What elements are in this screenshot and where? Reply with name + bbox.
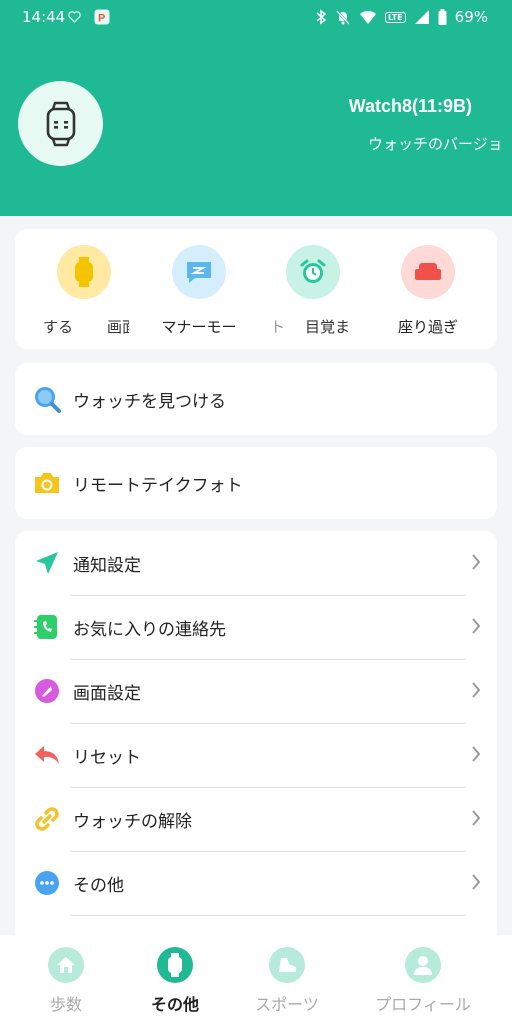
camera-icon <box>35 473 59 493</box>
alarm-clock-icon <box>300 259 326 283</box>
p-app-icon: P <box>94 9 110 25</box>
nav-label: プロフィール <box>375 995 471 1014</box>
screen-dial-icon <box>35 679 59 703</box>
remote-photo-row[interactable]: リモートテイクフォト <box>15 447 497 519</box>
remote-photo-label: リモートテイクフォト <box>73 475 243 496</box>
person-icon <box>414 956 432 975</box>
find-watch-row[interactable]: ウォッチを見つける <box>15 363 497 435</box>
favorite-contacts-row[interactable]: お気に入りの連絡先 <box>15 595 497 659</box>
notification-settings-row[interactable]: 通知設定 <box>15 531 497 595</box>
send-icon <box>36 552 58 574</box>
nav-tab-profile[interactable]: プロフィール <box>359 947 487 1015</box>
row-label: お気に入りの連絡先 <box>73 619 226 640</box>
quick-action-label: マナーモー <box>161 318 237 336</box>
chevron-right-icon <box>472 746 481 762</box>
settings-list-card: 通知設定 お気に入りの連絡先 画面設定 リセット ウォッチの解除 その他 <box>15 531 497 951</box>
quick-action-fragment-label: 目覚ま <box>305 318 351 336</box>
row-label: 通知設定 <box>73 555 141 576</box>
home-icon <box>57 957 75 973</box>
message-off-icon <box>187 262 211 283</box>
quick-action-fragment-label: ト <box>270 318 286 336</box>
quick-action-fragment-label: する <box>43 318 74 336</box>
screen-settings-row[interactable]: 画面設定 <box>15 659 497 723</box>
watch-nav-icon <box>168 953 182 977</box>
svg-text:P: P <box>98 13 110 25</box>
smartwatch-icon <box>46 101 75 146</box>
device-name: Watch8(11:9B) <box>348 96 472 116</box>
signal-icon <box>414 10 429 24</box>
unlink-icon <box>35 807 59 831</box>
chevron-right-icon <box>472 810 481 826</box>
quick-actions-card: する 画面 ト 目覚ま マナーモー 座り過ぎ <box>15 229 497 349</box>
watch-version: ウォッチのバージョ <box>368 135 503 153</box>
mute-bell-icon <box>336 10 350 25</box>
reset-row[interactable]: リセット <box>15 723 497 787</box>
battery-icon <box>438 9 447 25</box>
nav-label: スポーツ <box>255 995 319 1014</box>
others-row[interactable]: その他 <box>15 851 497 915</box>
volte-icon: LTE <box>384 11 406 23</box>
watch-icon <box>75 257 93 287</box>
divider <box>71 915 465 916</box>
phone-contact-icon <box>34 615 57 639</box>
chevron-right-icon <box>472 682 481 698</box>
more-icon <box>35 871 59 895</box>
row-label: その他 <box>73 875 124 896</box>
chevron-right-icon <box>472 554 481 570</box>
heart-icon <box>68 11 81 23</box>
quick-action-fragment-label: 画面 <box>107 318 129 336</box>
bottom-nav: 歩数 その他 スポーツ プロフィール <box>0 935 512 1024</box>
reset-arrow-icon <box>35 746 59 764</box>
wifi-icon <box>359 10 376 24</box>
watch-avatar[interactable] <box>18 81 103 166</box>
row-label: 画面設定 <box>73 683 141 704</box>
battery-percent: 69% <box>454 8 488 26</box>
status-bar: 14:44 P LTE 69% <box>0 0 512 36</box>
bluetooth-icon <box>316 9 327 25</box>
shoe-icon <box>279 958 296 972</box>
find-watch-label: ウォッチを見つける <box>73 391 226 412</box>
unpair-watch-row[interactable]: ウォッチの解除 <box>15 787 497 851</box>
nav-label: その他 <box>150 995 199 1014</box>
sofa-icon <box>415 263 441 280</box>
row-label: ウォッチの解除 <box>73 811 192 832</box>
nav-tab-others[interactable]: その他 <box>111 947 239 1015</box>
quick-action-alarm[interactable] <box>258 245 368 299</box>
search-icon <box>35 387 61 413</box>
header: 14:44 P LTE 69% Watch8(11:9B) ウォッチのバージョ <box>0 0 512 216</box>
row-label: リセット <box>73 747 141 768</box>
quick-action-manner-mode[interactable]: マナーモー <box>144 245 254 337</box>
quick-action-sedentary[interactable]: 座り過ぎ <box>373 245 483 337</box>
nav-tab-sports[interactable]: スポーツ <box>223 947 351 1015</box>
quick-action-label: 座り過ぎ <box>397 318 458 336</box>
chevron-right-icon <box>472 618 481 634</box>
status-time: 14:44 <box>22 8 66 26</box>
quick-action-watch[interactable] <box>29 245 139 299</box>
chevron-right-icon <box>472 874 481 890</box>
